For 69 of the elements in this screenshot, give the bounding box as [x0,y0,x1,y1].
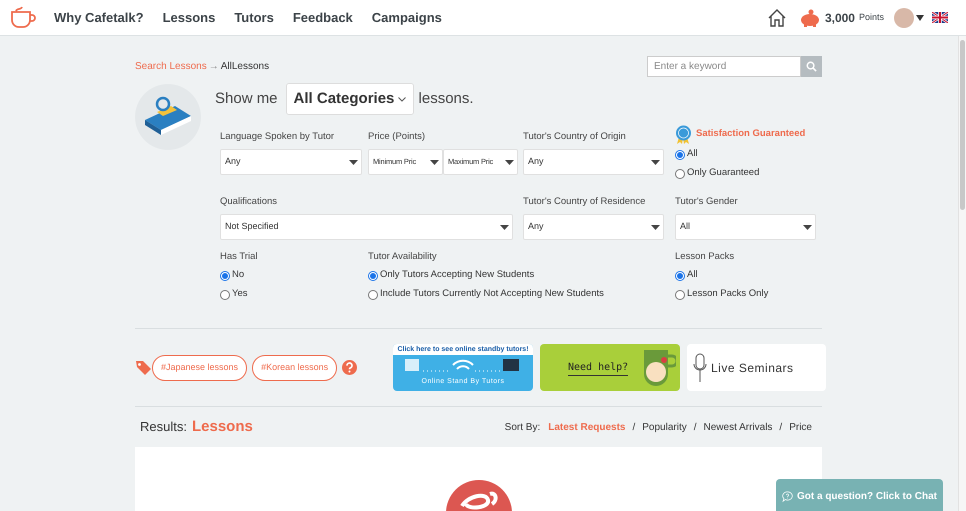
radio-option[interactable]: Only Guaranteed [675,167,816,180]
filter-label: Language Spoken by Tutor [220,130,336,143]
breadcrumb-current: AllLessons [220,60,270,72]
help-icon[interactable] [342,360,358,375]
sort-separator: / [779,420,782,434]
nav-link[interactable]: Feedback [292,8,353,28]
home-icon[interactable] [766,8,787,28]
sort-separator: / [694,420,697,434]
filter-label: Tutor's Country of Residence [523,195,646,208]
points-label: Points [858,10,884,24]
nav-link[interactable]: Campaigns [372,8,442,28]
category-suffix: lessons. [418,88,474,109]
dropdown[interactable]: Any [220,149,362,175]
sort-label: Sort By: [504,420,540,434]
radio-option[interactable]: Only Tutors Accepting New Students [368,269,675,282]
seminar-banner[interactable]: Live Seminars [687,344,826,391]
dropdown[interactable]: All [675,214,816,240]
sort-option[interactable]: Popularity [642,420,687,434]
caret-icon [651,160,660,164]
nav-link[interactable]: Why Cafetalk? [54,8,144,28]
caret-icon [651,224,660,230]
caret-icon [349,160,358,164]
caret-icon [500,224,509,230]
tag-icon [135,360,152,375]
points-amount: 3,000 [824,10,855,26]
filter-label: Tutor Availability [368,250,438,263]
results-label: Results: [140,418,187,436]
banner-title: Live Seminars [711,360,794,376]
flag-icon[interactable] [932,12,948,23]
radio-option[interactable]: No [220,269,368,282]
dropdown[interactable]: Not Specified [220,214,513,240]
search-icon [806,60,817,72]
filter-label: Tutor's Gender [675,195,739,208]
radio-option[interactable]: Lesson Packs Only [675,288,816,301]
dropdown[interactable]: Any [523,214,664,240]
breadcrumb-separator: → [208,60,219,72]
radio-option[interactable]: All [675,269,816,282]
chevron-down-icon [398,96,406,102]
book-magnifier-icon [135,84,201,150]
sort-option[interactable]: Newest Arrivals [704,420,772,434]
caret-icon [430,160,439,164]
filter-label: Price (Points) [368,130,426,143]
nav-link[interactable]: Lessons [162,8,216,28]
category-prefix: Show me [215,88,278,109]
caret-icon[interactable] [916,14,924,20]
nav-link[interactable]: Tutors [234,8,274,28]
piggy-bank-icon[interactable] [798,8,821,26]
search-field[interactable]: Enter a keyword [647,56,801,76]
microphone-icon [693,352,707,382]
filter-label: Has Trial [220,250,258,263]
sort-separator: / [632,420,636,434]
category-select[interactable]: All Categories [286,83,414,115]
caret-icon [803,224,812,230]
radio-option[interactable]: Include Tutors Currently Not Accepting New Students [368,288,675,301]
search-button[interactable] [801,56,822,76]
filter-label: Lesson Packs [675,250,736,263]
cup-logo-icon[interactable] [10,6,38,30]
dropdown[interactable]: Any [523,149,664,175]
filter-label: Tutor's Country of Origin [523,130,627,143]
filter-label: Qualifications [220,195,278,208]
radio-option[interactable]: Yes [220,288,368,301]
badge-icon [675,125,692,144]
caret-icon [505,160,514,164]
results-title: Lessons [192,416,253,437]
help-banner[interactable]: Need help? [540,344,680,391]
sort-option[interactable]: Price [789,420,812,434]
radio-option[interactable]: All [675,148,816,161]
satisfaction-label: Satisfaction Guaranteed [696,127,806,142]
banner-text: Need help? [568,360,628,376]
